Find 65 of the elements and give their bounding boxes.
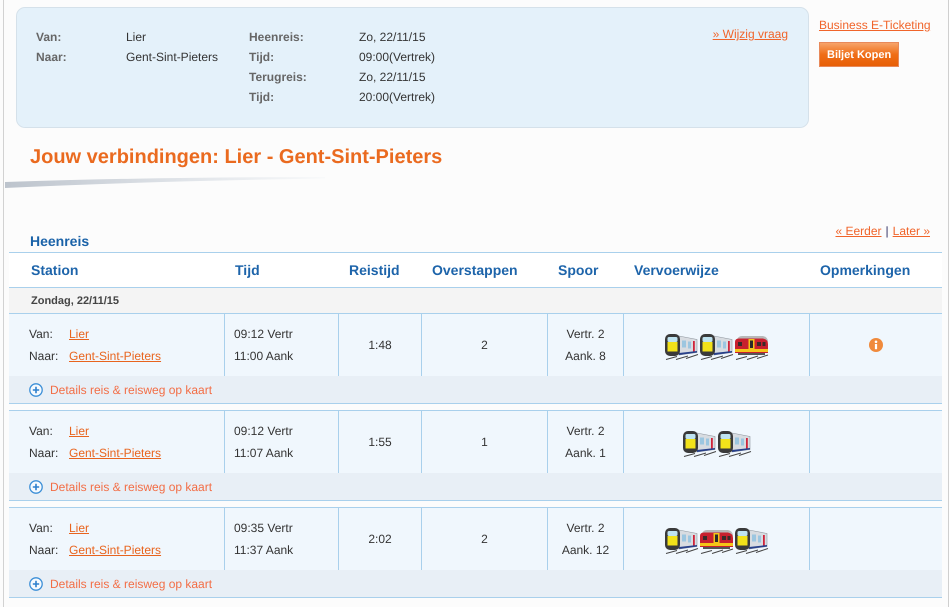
info-icon[interactable]	[869, 338, 883, 352]
plus-circle-icon[interactable]	[29, 480, 43, 494]
earlier-link[interactable]: « Eerder	[835, 224, 882, 238]
station-link[interactable]: Gent-Sint-Pieters	[69, 345, 162, 367]
column-header: Station	[31, 262, 78, 278]
platform-departure: Vertr. 2	[566, 423, 605, 440]
field-label: Tijd:	[249, 89, 274, 106]
pager-separator: |	[886, 224, 889, 238]
field-value: 09:00(Vertrek)	[359, 49, 436, 66]
details-link[interactable]: Details reis & reisweg op kaart	[50, 480, 212, 494]
column-header: Spoor	[558, 262, 598, 278]
platform-arrival: Aank. 1	[565, 445, 606, 462]
section-heading: Heenreis	[30, 233, 90, 249]
travel-time: 2:02	[368, 531, 392, 548]
station-link[interactable]: Lier	[69, 323, 90, 345]
station-link[interactable]: Gent-Sint-Pieters	[69, 442, 162, 464]
station-label: Naar:	[29, 445, 60, 462]
details-link[interactable]: Details reis & reisweg op kaart	[50, 382, 212, 396]
column-header: Tijd	[235, 262, 260, 278]
later-link[interactable]: Later »	[892, 224, 930, 238]
plus-circle-icon[interactable]	[29, 382, 43, 396]
change-query-link[interactable]: » Wijzig vraag	[712, 27, 788, 41]
field-label: Van:	[36, 29, 62, 46]
field-value: 20:00(Vertrek)	[359, 89, 436, 106]
station-label: Van:	[29, 326, 54, 343]
field-label: Heenreis:	[249, 29, 304, 46]
station-label: Van:	[29, 423, 54, 440]
e-ticketing-link[interactable]: Business E-Ticketing	[819, 18, 931, 32]
transfer-count: 2	[481, 531, 488, 548]
plus-circle-icon[interactable]	[29, 576, 43, 590]
station-label: Naar:	[29, 348, 60, 365]
departure-time: 09:12 Vertr	[234, 423, 293, 440]
platform-departure: Vertr. 2	[566, 326, 605, 343]
column-header: Vervoerwijze	[634, 262, 719, 278]
platform-arrival: Aank. 12	[562, 542, 610, 559]
station-link[interactable]: Lier	[69, 517, 90, 539]
station-link[interactable]: Gent-Sint-Pieters	[69, 539, 162, 561]
platform-departure: Vertr. 2	[566, 520, 605, 537]
travel-time: 1:48	[368, 337, 392, 354]
arrival-time: 11:00 Aank	[234, 348, 294, 365]
station-label: Naar:	[29, 542, 60, 559]
field-label: Tijd:	[249, 49, 274, 66]
field-label: Terugreis:	[249, 69, 307, 86]
field-value: Gent-Sint-Pieters	[126, 49, 218, 66]
column-header: Overstappen	[432, 262, 518, 278]
field-value: Lier	[126, 29, 146, 46]
transfer-count: 2	[481, 337, 488, 354]
arrival-time: 11:37 Aank	[234, 542, 294, 559]
page-title: Jouw verbindingen: Lier - Gent-Sint-Pieters	[30, 145, 442, 169]
platform-arrival: Aank. 8	[565, 348, 606, 365]
details-link[interactable]: Details reis & reisweg op kaart	[50, 576, 212, 590]
station-link[interactable]: Lier	[69, 420, 90, 442]
travel-time: 1:55	[368, 434, 392, 451]
departure-time: 09:35 Vertr	[234, 520, 293, 537]
departure-time: 09:12 Vertr	[234, 326, 293, 343]
date-heading: Zondag, 22/11/15	[9, 288, 942, 313]
column-header: Reistijd	[349, 262, 400, 278]
buy-ticket-button[interactable]: Biljet Kopen	[819, 42, 900, 67]
field-value: Zo, 22/11/15	[359, 69, 426, 86]
station-label: Van:	[29, 520, 54, 537]
arrival-time: 11:07 Aank	[234, 445, 294, 462]
field-value: Zo, 22/11/15	[359, 29, 426, 46]
field-label: Naar:	[36, 49, 67, 66]
transfer-count: 1	[481, 434, 488, 451]
column-header: Opmerkingen	[820, 262, 910, 278]
